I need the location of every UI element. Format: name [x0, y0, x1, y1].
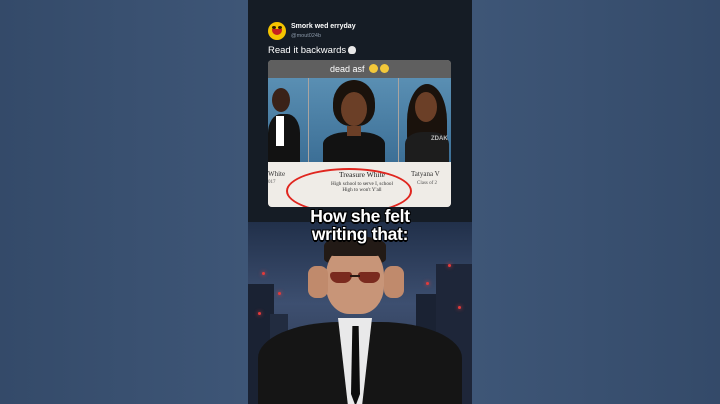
yearbook-photo-left: [268, 78, 308, 162]
left-student-class: 017: [268, 180, 276, 185]
video-frame[interactable]: Smork wed erryday @mout024b Read it back…: [248, 0, 472, 404]
sick-face-icon: [380, 64, 390, 73]
avatar[interactable]: [268, 22, 286, 40]
sunglasses: [330, 272, 380, 283]
skull-icon: [348, 46, 357, 54]
left-hand: [308, 266, 328, 298]
meme-scene-image: [248, 222, 472, 404]
sick-face-icon: [369, 64, 379, 73]
image-caption-text: dead asf: [329, 64, 365, 74]
image-caption: dead asf: [268, 60, 451, 78]
tweet-image[interactable]: dead asf ZDAK White 017 Treasure White H…: [268, 60, 451, 207]
yearbook-photo-center: [309, 78, 398, 162]
yearbook-photo-right: ZDAK: [399, 78, 451, 162]
tweet-handle[interactable]: @mout024b: [291, 33, 321, 39]
red-highlight-circle: [286, 168, 412, 207]
tweet-card: Smork wed erryday @mout024b Read it back…: [248, 0, 472, 222]
tweet-username[interactable]: Smork wed erryday: [291, 23, 356, 30]
right-student-name: Tatyana V: [411, 170, 440, 178]
right-student-class: Class of 2: [417, 181, 437, 186]
tweet-text: Read it backwards: [268, 45, 357, 56]
left-student-name: White: [268, 170, 286, 178]
right-background: [472, 0, 720, 404]
overlay-text-line-2: writing that:: [311, 224, 409, 244]
tweet-text-content: Read it backwards: [268, 45, 347, 56]
left-background: [0, 0, 248, 404]
watermark: ZDAK: [431, 136, 448, 142]
right-hand: [384, 266, 404, 298]
